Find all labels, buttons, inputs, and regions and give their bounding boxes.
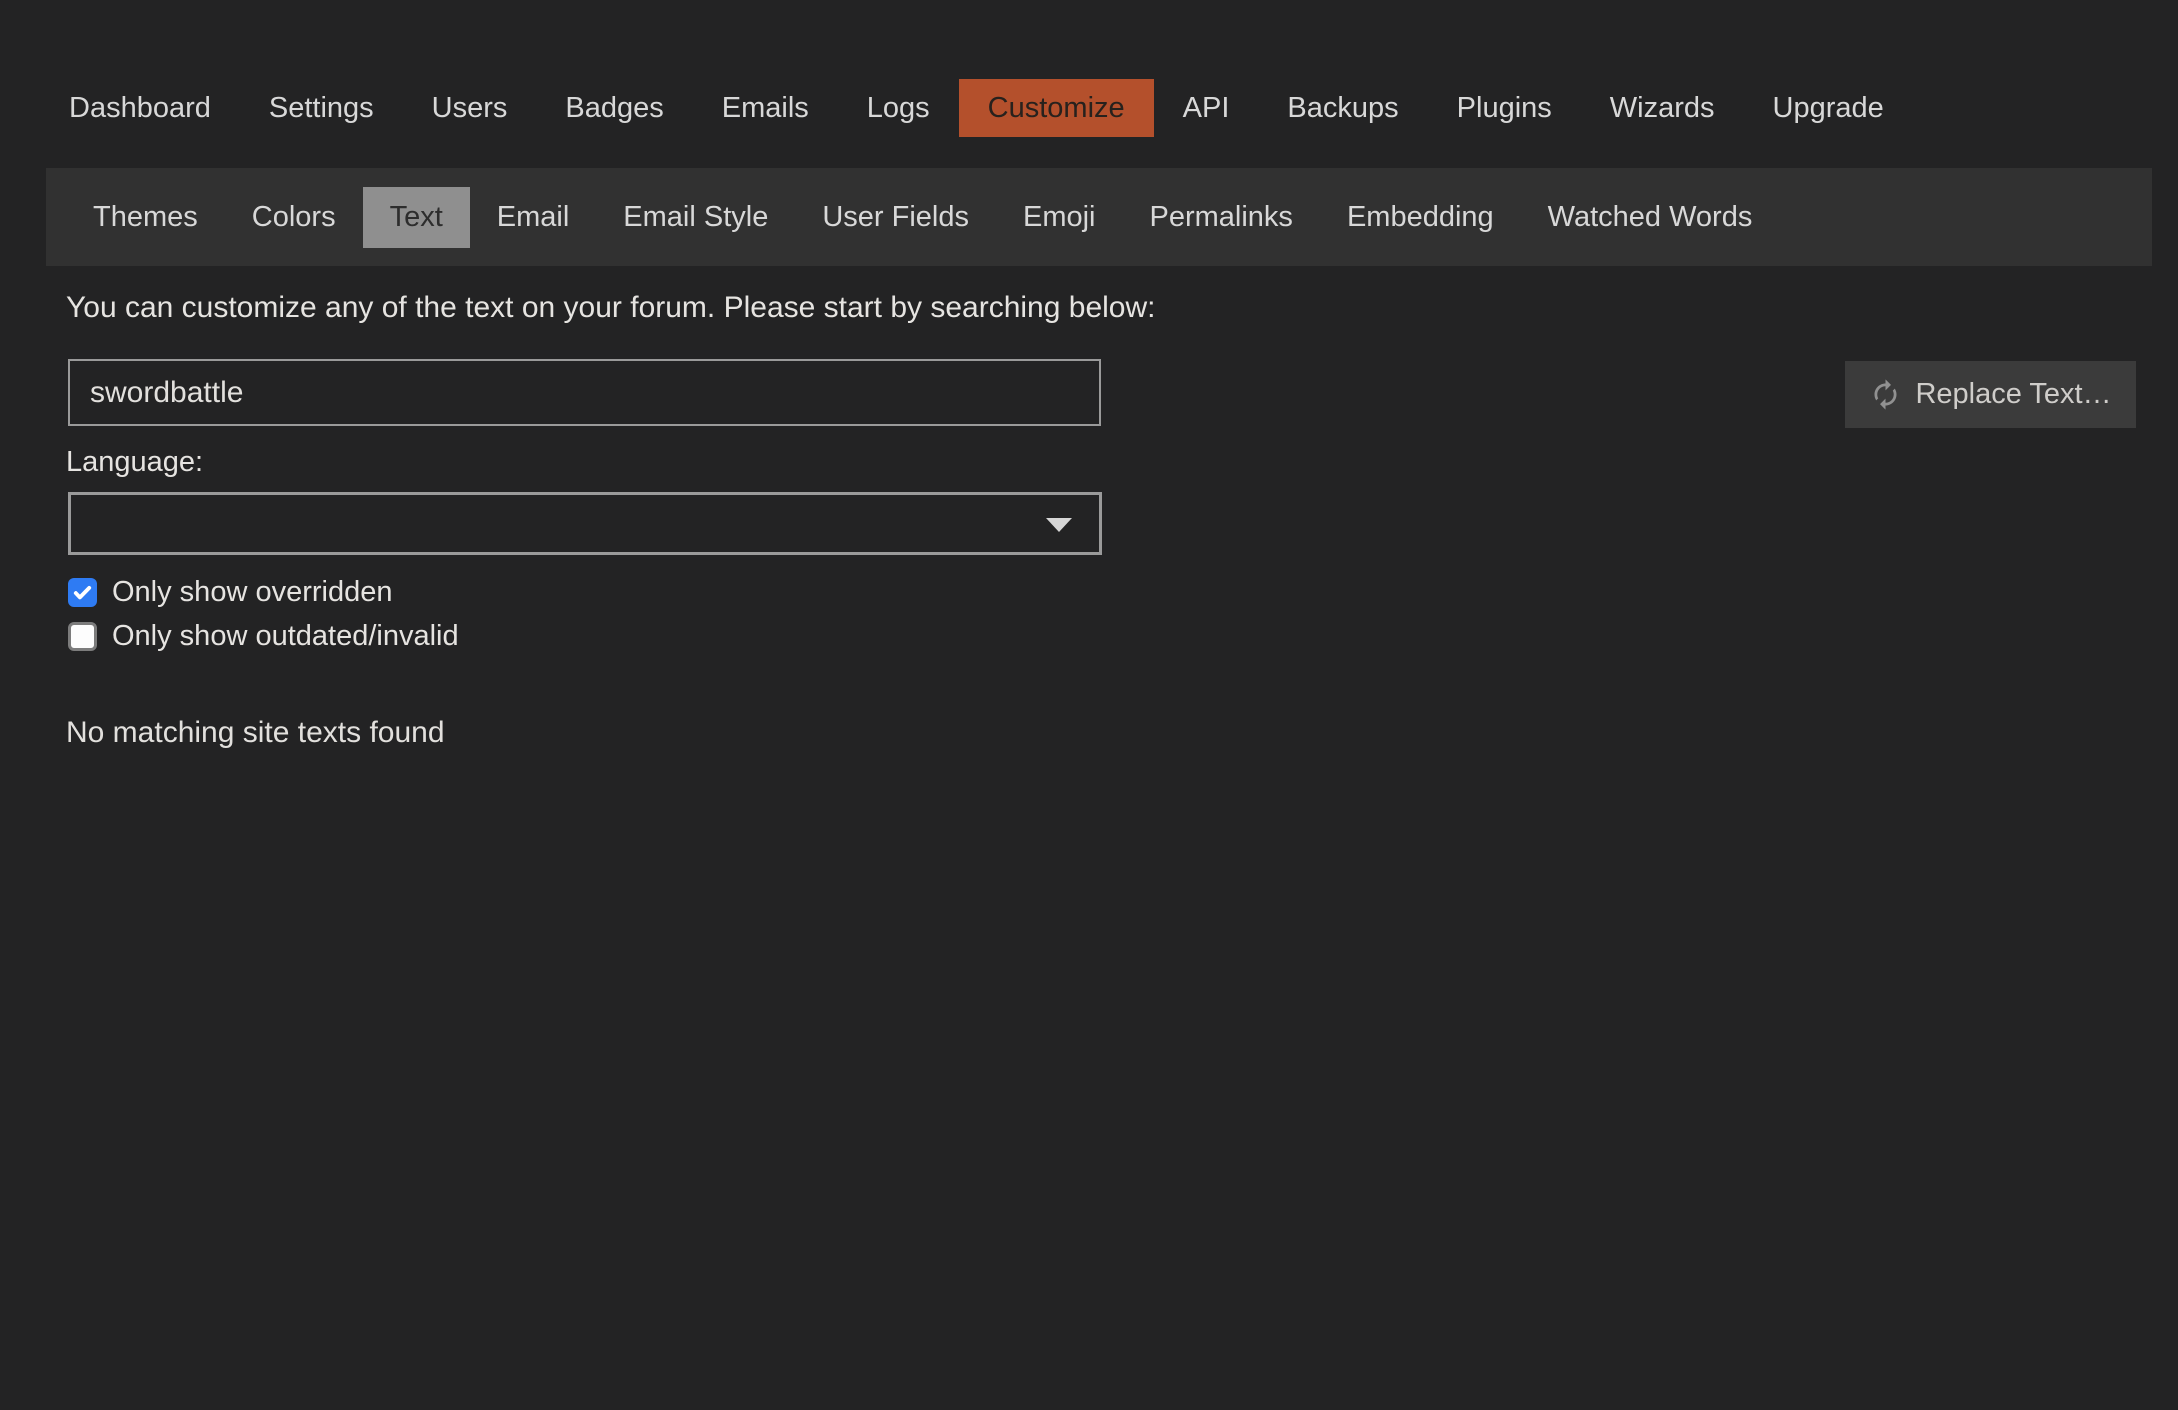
admin-customize-text-page: { "colors": { "page_background": "#23232… <box>0 0 2178 1410</box>
replace-text-button-label: Replace Text… <box>1915 378 2111 411</box>
nav-item-customize[interactable]: Customize <box>959 79 1154 137</box>
tab-email[interactable]: Email <box>470 187 597 248</box>
nav-item-plugins[interactable]: Plugins <box>1428 79 1581 137</box>
chevron-down-icon <box>1046 518 1072 532</box>
only-show-overridden-label: Only show overridden <box>112 576 392 609</box>
nav-item-logs[interactable]: Logs <box>838 79 959 137</box>
nav-item-upgrade[interactable]: Upgrade <box>1744 79 1913 137</box>
only-show-outdated-row: Only show outdated/invalid <box>68 621 459 651</box>
nav-item-settings[interactable]: Settings <box>240 79 403 137</box>
tab-watched-words[interactable]: Watched Words <box>1521 187 1780 248</box>
replace-text-button[interactable]: Replace Text… <box>1845 361 2136 428</box>
intro-text: You can customize any of the text on you… <box>66 291 1155 325</box>
tab-permalinks[interactable]: Permalinks <box>1123 187 1320 248</box>
customize-sub-nav: Themes Colors Text Email Email Style Use… <box>46 168 2152 266</box>
tab-colors[interactable]: Colors <box>225 187 363 248</box>
checkmark-icon <box>71 581 94 604</box>
admin-top-nav: Dashboard Settings Users Badges Emails L… <box>40 79 1913 137</box>
nav-item-backups[interactable]: Backups <box>1258 79 1427 137</box>
tab-email-style[interactable]: Email Style <box>596 187 795 248</box>
refresh-icon <box>1869 378 1902 411</box>
nav-item-emails[interactable]: Emails <box>693 79 838 137</box>
no-results-message: No matching site texts found <box>66 716 445 750</box>
only-show-overridden-row: Only show overridden <box>68 577 392 607</box>
tab-themes[interactable]: Themes <box>66 187 225 248</box>
language-select[interactable] <box>68 492 1102 555</box>
only-show-outdated-label: Only show outdated/invalid <box>112 620 459 653</box>
only-show-overridden-checkbox[interactable] <box>68 578 97 607</box>
nav-item-badges[interactable]: Badges <box>536 79 692 137</box>
tab-user-fields[interactable]: User Fields <box>795 187 996 248</box>
nav-item-users[interactable]: Users <box>403 79 537 137</box>
only-show-outdated-checkbox[interactable] <box>68 622 97 651</box>
nav-item-wizards[interactable]: Wizards <box>1581 79 1744 137</box>
site-text-search-input[interactable] <box>68 359 1101 426</box>
tab-emoji[interactable]: Emoji <box>996 187 1123 248</box>
nav-item-dashboard[interactable]: Dashboard <box>40 79 240 137</box>
tab-embedding[interactable]: Embedding <box>1320 187 1521 248</box>
tab-text[interactable]: Text <box>363 187 470 248</box>
nav-item-api[interactable]: API <box>1154 79 1259 137</box>
language-label: Language: <box>66 446 203 479</box>
